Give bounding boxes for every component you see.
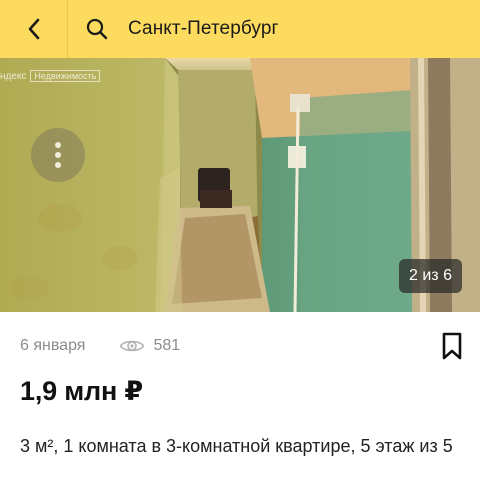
eye-icon (119, 337, 145, 355)
bookmark-icon (442, 332, 462, 360)
photo-watermark: ндекс Недвижимость (0, 70, 101, 82)
listing-price: 1,9 млн ₽ (20, 376, 143, 406)
search-icon (80, 12, 114, 46)
bookmark-button[interactable] (440, 332, 464, 360)
vertical-dots-icon (55, 142, 61, 148)
watermark-brand: ндекс (0, 71, 27, 82)
views-value: 581 (153, 337, 181, 354)
city-name: Санкт-Петербург (128, 18, 279, 39)
publish-date: 6 января (20, 337, 86, 354)
photo-more-button[interactable] (31, 128, 85, 182)
city-search-field[interactable]: Санкт-Петербург (68, 0, 480, 58)
watermark-label: Недвижимость (30, 70, 101, 82)
views-count: 581 (119, 337, 180, 355)
listing-photo[interactable]: ндекс Недвижимость 2 из 6 (0, 58, 480, 312)
back-button[interactable] (0, 0, 68, 58)
listing-meta: 6 января 581 (20, 334, 180, 358)
top-bar: Санкт-Петербург (0, 0, 480, 58)
chevron-left-icon (28, 18, 39, 40)
photo-counter: 2 из 6 (399, 259, 462, 293)
listing-description: 3 м², 1 комната в 3-комнатной квартире, … (20, 436, 453, 456)
